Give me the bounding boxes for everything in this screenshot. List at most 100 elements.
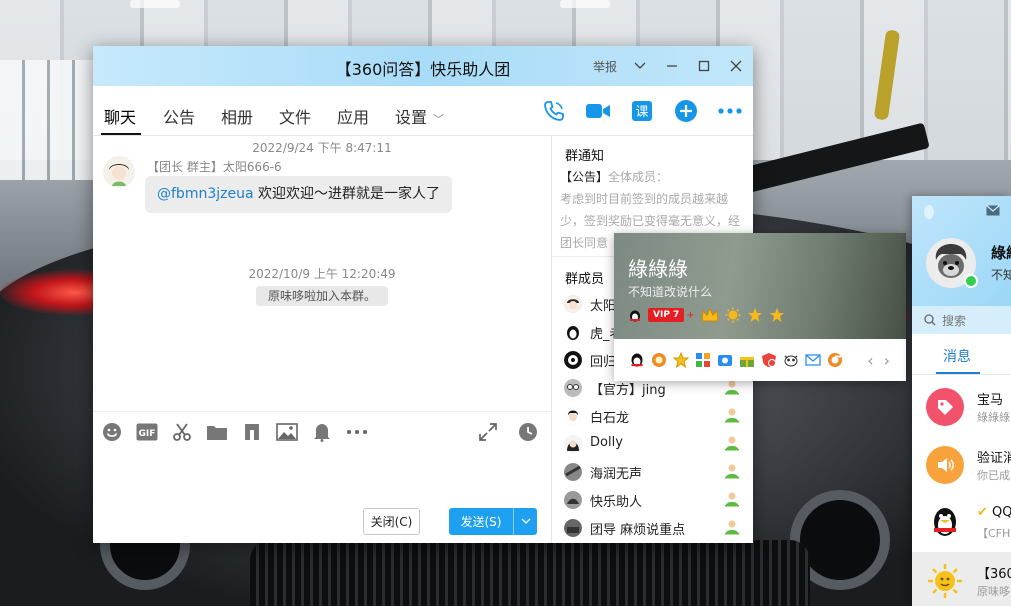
member-item[interactable]: 团导 麻烦说重点 bbox=[552, 514, 753, 542]
avatar[interactable] bbox=[103, 156, 135, 188]
mail-icon[interactable] bbox=[986, 205, 1000, 216]
mention-link[interactable]: @fbmn3jzeua bbox=[157, 186, 254, 202]
profile-badges: VIP 7 + bbox=[628, 307, 785, 323]
qq-penguin-icon bbox=[630, 310, 640, 322]
title-bar[interactable]: 【360问答】快乐助人团 举报 bbox=[93, 46, 753, 86]
online-status-indicator[interactable] bbox=[964, 274, 978, 288]
qzone-icon[interactable] bbox=[922, 204, 936, 220]
conversation-item[interactable]: ✔ QQ 【CFH bbox=[912, 494, 1011, 552]
image-icon[interactable] bbox=[276, 421, 298, 443]
message-bubble[interactable]: @fbmn3jzeua 欢迎欢迎～进群就是一家人了 bbox=[145, 176, 452, 213]
emoji-icon[interactable] bbox=[101, 421, 123, 443]
member-role-icon bbox=[724, 491, 740, 507]
report-button[interactable]: 举报 bbox=[593, 58, 617, 75]
tab-files[interactable]: 文件 bbox=[279, 104, 311, 128]
shield-service-icon[interactable] bbox=[760, 351, 778, 369]
tab-announcement[interactable]: 公告 bbox=[163, 104, 195, 128]
star-icon[interactable] bbox=[769, 307, 785, 323]
conversation-title: 【360 bbox=[977, 567, 1011, 582]
member-item[interactable]: Dolly bbox=[552, 430, 753, 458]
card-nav: ‹ › bbox=[867, 351, 890, 370]
conversation-item[interactable]: 宝马 綠綠綠 bbox=[912, 378, 1011, 436]
member-name: 太阳 bbox=[590, 299, 617, 314]
music-icon[interactable] bbox=[241, 421, 263, 443]
add-icon[interactable] bbox=[673, 98, 699, 124]
call-icon[interactable] bbox=[541, 98, 567, 124]
system-notice: 原味哆啦加入本群。 bbox=[256, 286, 389, 306]
minimize-icon[interactable] bbox=[663, 57, 681, 75]
close-button[interactable]: 关闭(C) bbox=[363, 508, 420, 535]
lesson-icon[interactable]: 课 bbox=[629, 98, 655, 124]
tab-album[interactable]: 相册 bbox=[221, 104, 253, 128]
sun-icon[interactable] bbox=[725, 307, 741, 323]
member-name: Dolly bbox=[590, 435, 623, 450]
expand-icon[interactable] bbox=[477, 421, 499, 443]
send-button[interactable]: 发送(S) bbox=[449, 508, 513, 535]
tab-settings[interactable]: 设置 ﹀ bbox=[395, 104, 444, 128]
avatar[interactable] bbox=[564, 519, 582, 537]
chevron-down-icon[interactable] bbox=[631, 57, 649, 75]
cow-service-icon[interactable] bbox=[782, 351, 800, 369]
member-name: 白石龙 bbox=[590, 411, 630, 426]
bell-icon[interactable] bbox=[311, 421, 333, 443]
mail-service-icon[interactable] bbox=[804, 351, 822, 369]
member-item[interactable]: 海润无声 bbox=[552, 458, 753, 486]
member-role-icon bbox=[724, 463, 740, 479]
scissors-icon[interactable] bbox=[171, 421, 193, 443]
conversation-title-text: QQ bbox=[992, 505, 1011, 520]
tag-icon bbox=[926, 388, 964, 426]
input-toolbar: GIF bbox=[93, 411, 551, 451]
send-options-button[interactable] bbox=[513, 508, 537, 535]
maximize-icon[interactable] bbox=[695, 57, 713, 75]
qq-signature[interactable]: 不知 bbox=[991, 266, 1011, 283]
avatar[interactable] bbox=[564, 379, 582, 397]
gif-icon[interactable]: GIF bbox=[136, 421, 158, 443]
avatar[interactable] bbox=[564, 463, 582, 481]
crown-icon[interactable] bbox=[701, 307, 719, 323]
member-item[interactable]: 白石龙 bbox=[552, 402, 753, 430]
conversation-item[interactable]: 验证消 你已成 bbox=[912, 436, 1011, 494]
qq-nickname[interactable]: 綠綠 bbox=[991, 242, 1011, 263]
star-service-icon[interactable] bbox=[672, 351, 690, 369]
avatar[interactable] bbox=[564, 435, 582, 453]
message-area[interactable]: 2022/9/24 下午 8:47:11 【团长 群主】太阳666-6 @fbm… bbox=[93, 136, 551, 411]
video-icon[interactable] bbox=[585, 98, 611, 124]
avatar[interactable] bbox=[564, 323, 582, 341]
vip-badge[interactable]: VIP 7 bbox=[648, 308, 685, 322]
profile-signature: 不知道改说什么 bbox=[628, 285, 713, 299]
tab-settings-label: 设置 bbox=[395, 108, 428, 127]
tab-chat[interactable]: 聊天 bbox=[104, 104, 136, 128]
member-item[interactable]: 快乐助人 bbox=[552, 486, 753, 514]
notice-title: 群通知 bbox=[565, 149, 605, 164]
tab-apps[interactable]: 应用 bbox=[337, 104, 369, 128]
close-icon[interactable] bbox=[727, 57, 745, 75]
avatar[interactable] bbox=[564, 491, 582, 509]
browser-service-icon[interactable] bbox=[826, 351, 844, 369]
window-title: 【360问答】快乐助人团 bbox=[335, 60, 511, 79]
avatar[interactable] bbox=[564, 407, 582, 425]
notice-audience: 全体成员： bbox=[608, 170, 669, 184]
gift-service-icon[interactable] bbox=[738, 351, 756, 369]
folder-icon[interactable] bbox=[206, 421, 228, 443]
more-dots-icon[interactable] bbox=[346, 421, 368, 443]
vip-plus: + bbox=[686, 309, 695, 321]
conversation-preview: 綠綠綠 bbox=[977, 411, 1010, 424]
conversation-item[interactable]: 【360 原味哆 bbox=[912, 552, 1011, 606]
more-icon[interactable] bbox=[717, 98, 743, 124]
avatar[interactable] bbox=[564, 295, 582, 313]
tab-messages[interactable]: 消息 bbox=[943, 346, 971, 366]
avatar[interactable] bbox=[564, 351, 582, 369]
chevron-right-icon[interactable]: › bbox=[884, 351, 890, 370]
star-icon[interactable] bbox=[747, 307, 763, 323]
history-icon[interactable] bbox=[517, 421, 539, 443]
member-name: 回归 bbox=[590, 355, 617, 370]
camera-service-icon[interactable] bbox=[716, 351, 734, 369]
message-input[interactable]: 关闭(C) 发送(S) bbox=[93, 451, 551, 543]
chevron-left-icon[interactable]: ‹ bbox=[867, 351, 873, 370]
qq-search[interactable]: 搜索 bbox=[912, 306, 1011, 334]
conversation-preview: 原味哆 bbox=[977, 585, 1010, 598]
profile-name[interactable]: 綠綠綠 bbox=[628, 253, 688, 282]
qq-service-icon[interactable] bbox=[628, 351, 646, 369]
game-service-icon[interactable] bbox=[650, 351, 668, 369]
apps-service-icon[interactable] bbox=[694, 351, 712, 369]
